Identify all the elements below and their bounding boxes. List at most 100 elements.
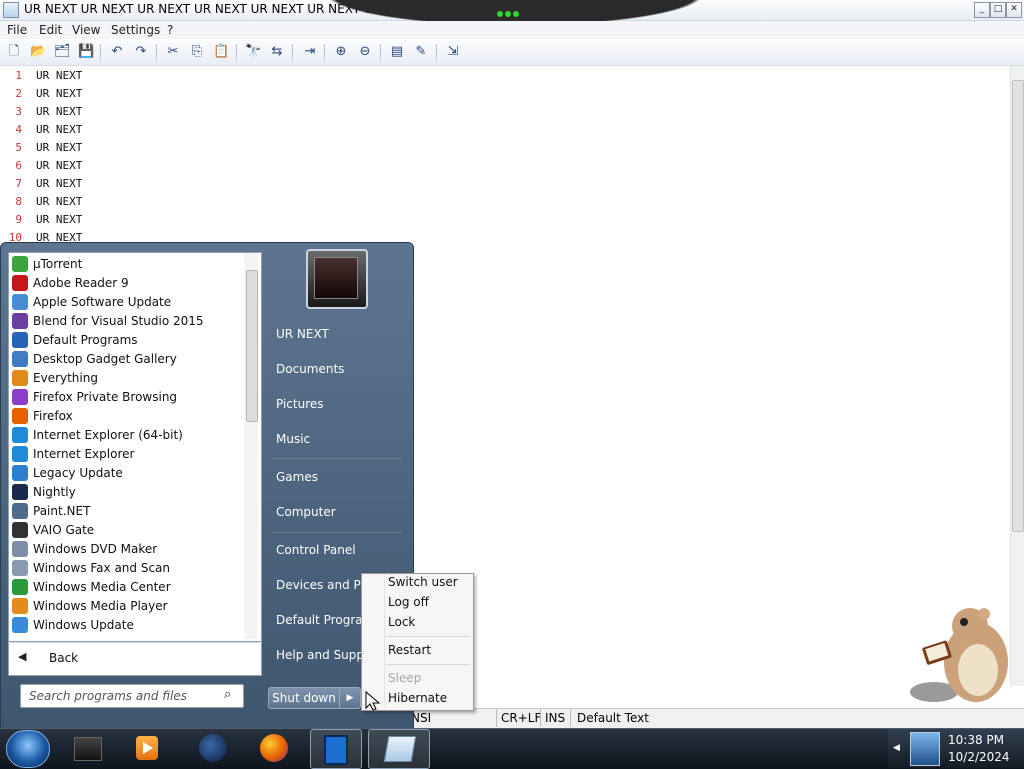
start-link-pictures[interactable]: Pictures <box>276 397 324 411</box>
zoom-in-icon[interactable]: ⊕ <box>333 44 349 60</box>
taskbar-app-active[interactable] <box>310 729 362 769</box>
start-link-user[interactable]: UR NEXT <box>276 327 329 341</box>
program-item[interactable]: Windows DVD Maker <box>12 540 244 559</box>
program-item[interactable]: Apple Software Update <box>12 293 244 312</box>
shutdown-options-arrow-icon[interactable]: ▶ <box>339 687 361 709</box>
line-text[interactable]: UR NEXT <box>36 195 82 208</box>
start-separator <box>272 532 402 533</box>
program-item[interactable]: Windows Update <box>12 616 244 635</box>
program-item[interactable]: Desktop Gadget Gallery <box>12 350 244 369</box>
program-item[interactable]: VAIO Gate <box>12 521 244 540</box>
line-text[interactable]: UR NEXT <box>36 213 82 226</box>
start-link-games[interactable]: Games <box>276 470 318 484</box>
taskbar-app-1[interactable] <box>66 731 110 765</box>
program-item[interactable]: Windows Media Player <box>12 597 244 616</box>
menu-edit[interactable]: Edit <box>39 23 62 37</box>
editor-scroll-thumb[interactable] <box>1012 80 1024 532</box>
undo-icon[interactable]: ↶ <box>109 44 125 60</box>
status-separator <box>570 709 571 727</box>
line-text[interactable]: UR NEXT <box>36 105 82 118</box>
program-item[interactable]: Internet Explorer <box>12 445 244 464</box>
search-placeholder: Search programs and files <box>29 689 187 703</box>
line-text[interactable]: UR NEXT <box>36 177 82 190</box>
program-item[interactable]: µTorrent <box>12 255 244 274</box>
start-link-help-support[interactable]: Help and Suppo <box>276 648 371 662</box>
line-text[interactable]: UR NEXT <box>36 159 82 172</box>
redo-icon[interactable]: ↷ <box>133 44 149 60</box>
edit-icon[interactable]: ✎ <box>413 44 429 60</box>
goto-icon[interactable]: ⇥ <box>302 44 318 60</box>
menu-restart[interactable]: Restart <box>388 643 431 657</box>
line-text[interactable]: UR NEXT <box>36 69 82 82</box>
menu-file[interactable]: File <box>7 23 27 37</box>
program-icon <box>12 579 28 595</box>
taskbar-firefox-icon[interactable] <box>252 731 296 765</box>
menu-view[interactable]: View <box>72 23 100 37</box>
program-label: Internet Explorer <box>33 447 135 461</box>
program-item[interactable]: Windows Media Center <box>12 578 244 597</box>
program-label: Adobe Reader 9 <box>33 276 129 290</box>
open-icon[interactable]: 📂 <box>30 44 46 60</box>
program-icon <box>12 313 28 329</box>
start-link-documents[interactable]: Documents <box>276 362 344 376</box>
program-label: Default Programs <box>33 333 138 347</box>
back-button[interactable] <box>8 642 262 676</box>
save-icon[interactable]: 💾 <box>78 44 94 60</box>
start-link-control-panel[interactable]: Control Panel <box>276 543 356 557</box>
program-item[interactable]: Adobe Reader 9 <box>12 274 244 293</box>
program-item[interactable]: Blend for Visual Studio 2015 <box>12 312 244 331</box>
start-link-default-programs[interactable]: Default Program <box>276 613 374 627</box>
view-icon[interactable]: ▤ <box>389 44 405 60</box>
line-number: 2 <box>15 87 22 100</box>
clock-date[interactable]: 10/2/2024 <box>948 750 1010 764</box>
menu-log-off[interactable]: Log off <box>388 595 429 609</box>
taskbar-globe-icon[interactable] <box>192 731 236 765</box>
program-icon <box>12 332 28 348</box>
start-link-music[interactable]: Music <box>276 432 310 446</box>
search-icon[interactable]: ⌕ <box>224 687 231 702</box>
line-text[interactable]: UR NEXT <box>36 141 82 154</box>
start-button[interactable] <box>6 730 50 768</box>
start-link-computer[interactable]: Computer <box>276 505 336 519</box>
program-label: Paint.NET <box>33 504 91 518</box>
program-item[interactable]: Legacy Update <box>12 464 244 483</box>
line-text[interactable]: UR NEXT <box>36 87 82 100</box>
zoom-out-icon[interactable]: ⊖ <box>357 44 373 60</box>
taskbar-media-player-icon[interactable] <box>126 731 170 765</box>
menu-lock[interactable]: Lock <box>388 615 415 629</box>
replace-icon[interactable]: ⇆ <box>269 44 285 60</box>
program-item[interactable]: Windows Fax and Scan <box>12 559 244 578</box>
menu-hibernate[interactable]: Hibernate <box>388 691 447 705</box>
program-icon <box>12 503 28 519</box>
cut-icon[interactable]: ✂ <box>165 44 181 60</box>
open-as-icon[interactable]: 🗂 <box>54 44 71 60</box>
program-item[interactable]: Nightly <box>12 483 244 502</box>
menu-switch-user[interactable]: Switch user <box>388 575 458 589</box>
new-icon[interactable]: 🗋 <box>6 44 22 60</box>
app-icon[interactable] <box>3 2 19 18</box>
exit-icon[interactable]: ⇲ <box>445 44 461 60</box>
minimize-button[interactable]: _ <box>974 2 990 18</box>
program-item[interactable]: Default Programs <box>12 331 244 350</box>
program-item[interactable]: Firefox Private Browsing <box>12 388 244 407</box>
paste-icon[interactable]: 📋 <box>213 44 229 60</box>
close-button[interactable]: ✕ <box>1006 2 1022 18</box>
program-item[interactable]: Firefox <box>12 407 244 426</box>
programs-scroll-thumb[interactable] <box>246 270 258 422</box>
line-text[interactable]: UR NEXT <box>36 123 82 136</box>
taskbar-notepad-icon[interactable] <box>368 729 430 769</box>
copy-icon[interactable]: ⎘ <box>189 44 205 60</box>
maximize-button[interactable]: □ <box>990 2 1006 18</box>
network-icon[interactable] <box>910 732 940 766</box>
menu-help[interactable]: ? <box>167 23 173 37</box>
program-item[interactable]: Everything <box>12 369 244 388</box>
find-icon[interactable]: 🔭 <box>245 44 261 60</box>
tray-expand-icon[interactable]: ◀ <box>893 743 900 753</box>
program-item[interactable]: Paint.NET <box>12 502 244 521</box>
program-item[interactable]: Internet Explorer (64-bit) <box>12 426 244 445</box>
clock-time[interactable]: 10:38 PM <box>948 733 1004 747</box>
hamster-mascot-icon <box>910 608 1008 702</box>
status-encoding: NSI <box>411 711 432 725</box>
menu-settings[interactable]: Settings <box>111 23 160 37</box>
shutdown-button[interactable]: Shut down <box>268 687 340 709</box>
